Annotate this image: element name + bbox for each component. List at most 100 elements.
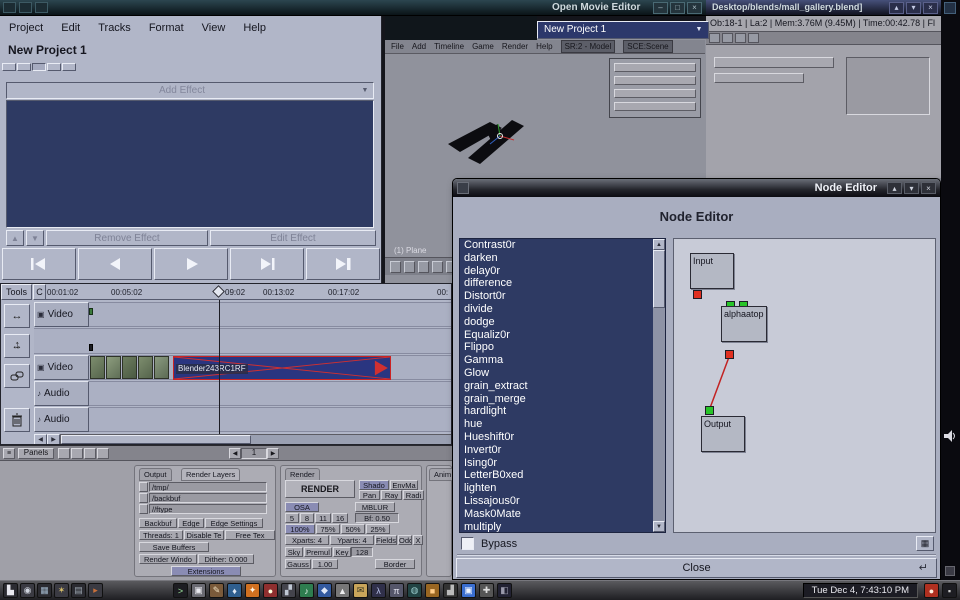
input-socket[interactable] [705, 406, 714, 415]
taskbar-app-icon[interactable]: ◧ [497, 583, 512, 598]
movie-editor-titlebar[interactable]: Open Movie Editor – □ × [0, 0, 706, 16]
panel-row[interactable] [714, 73, 804, 83]
lower-icon[interactable]: ▾ [906, 2, 921, 14]
shade-icon[interactable]: ▴ [889, 2, 904, 14]
effect-item[interactable]: Flippo [460, 341, 665, 354]
delete-tool-button[interactable] [4, 408, 30, 432]
taskbar-tray-icon[interactable]: ▪ [942, 583, 957, 598]
filter-button[interactable]: 1.00 [312, 559, 338, 569]
effect-item[interactable]: Contrast0r [460, 239, 665, 252]
parts-field[interactable]: Xparts: 4 [285, 535, 329, 545]
fields-toggle[interactable]: Odd [398, 535, 412, 545]
effect-item[interactable]: grain_extract [460, 380, 665, 393]
taskbar-app-icon[interactable]: λ [371, 583, 386, 598]
taskbar-app-icon[interactable]: ✎ [209, 583, 224, 598]
filter-button[interactable]: Gauss [285, 559, 311, 569]
taskbar-icon[interactable]: ▦ [37, 583, 52, 598]
panel-button[interactable]: Backbuf [139, 518, 177, 528]
panel-row[interactable] [614, 63, 696, 72]
viewport-pivot-icon[interactable] [418, 261, 429, 273]
effect-item[interactable]: multiply [460, 521, 665, 533]
taskbar-app-icon[interactable]: ◆ [317, 583, 332, 598]
mblur-toggle[interactable]: MBLUR [355, 502, 395, 512]
buttons-tab-icon[interactable] [71, 448, 83, 459]
frame-prev-button[interactable]: ◀ [229, 448, 241, 459]
percent-button[interactable]: 25% [366, 524, 390, 534]
taskbar-app-icon[interactable]: ▣ [461, 583, 476, 598]
fields-toggle[interactable]: X [413, 535, 423, 545]
chevron-down-icon[interactable]: ▼ [357, 83, 373, 98]
taskbar-app-icon[interactable]: ✦ [245, 583, 260, 598]
menu-item[interactable]: Project [0, 22, 52, 34]
scrollbar-thumb[interactable] [61, 435, 251, 444]
effect-item[interactable]: darken [460, 252, 665, 265]
minimize-icon[interactable]: – [653, 2, 668, 14]
maximize-icon[interactable]: □ [670, 2, 685, 14]
taskbar-icon[interactable]: ▙ [3, 583, 18, 598]
node-alphaatop[interactable]: alphaatop [721, 306, 767, 342]
close-icon[interactable]: × [923, 2, 938, 14]
select-tool-button[interactable]: ↔ [4, 304, 30, 328]
scroll-down-button[interactable]: ▼ [653, 521, 665, 532]
skip-start-button[interactable] [2, 248, 76, 280]
file-browse-button[interactable] [139, 493, 148, 503]
blender-menu-item[interactable]: Timeline [434, 42, 464, 51]
panel-button[interactable]: Disable Te [184, 530, 224, 540]
tab[interactable] [47, 63, 61, 71]
taskbar-clock[interactable]: Tue Dec 4, 7:43:10 PM [803, 583, 918, 598]
panel-toggle[interactable]: EnvMa [390, 480, 418, 490]
header-icon[interactable] [748, 33, 759, 43]
tab-output[interactable]: Output [139, 468, 172, 481]
panel-button[interactable]: Free Tex Image [225, 530, 275, 540]
panel-button[interactable]: Dither: 0.000 [198, 554, 254, 564]
effect-item[interactable]: difference [460, 277, 665, 290]
output-socket[interactable] [725, 350, 734, 359]
play-button[interactable] [154, 248, 228, 280]
tab[interactable] [32, 63, 46, 71]
track-lane[interactable] [34, 381, 452, 406]
effect-item[interactable]: hardlight [460, 405, 665, 418]
taskbar-app-icon[interactable]: ■ [425, 583, 440, 598]
taskbar-app-icon[interactable]: ✚ [479, 583, 494, 598]
taskbar-icon[interactable]: ▤ [71, 583, 86, 598]
taskbar-app-icon[interactable]: ♦ [227, 583, 242, 598]
parts-field[interactable]: Yparts: 4 [330, 535, 374, 545]
viewport-shading-icon[interactable] [404, 261, 415, 273]
panel-toggle[interactable]: Ray [381, 490, 402, 500]
osa-value-button[interactable]: 5 [285, 513, 299, 523]
panel-button[interactable]: Edge Settings [205, 518, 263, 528]
effect-item[interactable]: LetterB0xed [460, 469, 665, 482]
blender-titlebar[interactable]: Desktop/blends/mall_gallery.blend] ▴ ▾ × [706, 0, 941, 16]
add-effect-dropdown[interactable]: Add Effect ▼ [6, 82, 374, 99]
osa-toggle[interactable]: OSA [285, 502, 319, 512]
track-header-video2[interactable]: ▣Video [34, 355, 89, 380]
scroll-up-button[interactable]: ▲ [653, 239, 665, 250]
panel-button[interactable]: Threads: 1 [139, 530, 183, 540]
taskbar-app-icon[interactable]: ♪ [299, 583, 314, 598]
alpha-toggle[interactable]: Premul [304, 547, 332, 557]
taskbar-app-icon[interactable]: ▲ [335, 583, 350, 598]
effects-scrollbar[interactable]: ▲ ▼ [653, 239, 665, 532]
track-header-audio1[interactable]: ♪Audio [34, 381, 89, 406]
ftype-path-field[interactable]: //ftype [149, 504, 267, 514]
frame-next-button[interactable]: ▶ [267, 448, 279, 459]
frame-field[interactable]: 1 [241, 448, 267, 459]
tab-render-layers[interactable]: Render Layers [181, 468, 240, 481]
viewport-mode-icon[interactable] [390, 261, 401, 273]
effect-item[interactable]: Lissajous0r [460, 495, 665, 508]
chevron-down-icon[interactable]: ▼ [690, 22, 708, 38]
output-socket[interactable] [693, 290, 702, 299]
border-toggle[interactable]: Border [375, 559, 415, 569]
blender-menu-item[interactable]: Add [412, 42, 426, 51]
bypass-checkbox[interactable] [461, 537, 474, 550]
window-close-button[interactable]: × [921, 182, 936, 194]
viewport-layer-icon[interactable] [432, 261, 443, 273]
effect-item[interactable]: Invert0r [460, 444, 665, 457]
osa-value-button[interactable]: 16 [332, 513, 348, 523]
node-input[interactable]: Input [690, 253, 734, 289]
panel-toggle[interactable]: Pan [359, 490, 380, 500]
move-tool-button[interactable]: ↔↕ [4, 334, 30, 358]
header-icon[interactable] [709, 33, 720, 43]
tab[interactable] [62, 63, 76, 71]
titlebar-app-button[interactable] [35, 2, 48, 13]
